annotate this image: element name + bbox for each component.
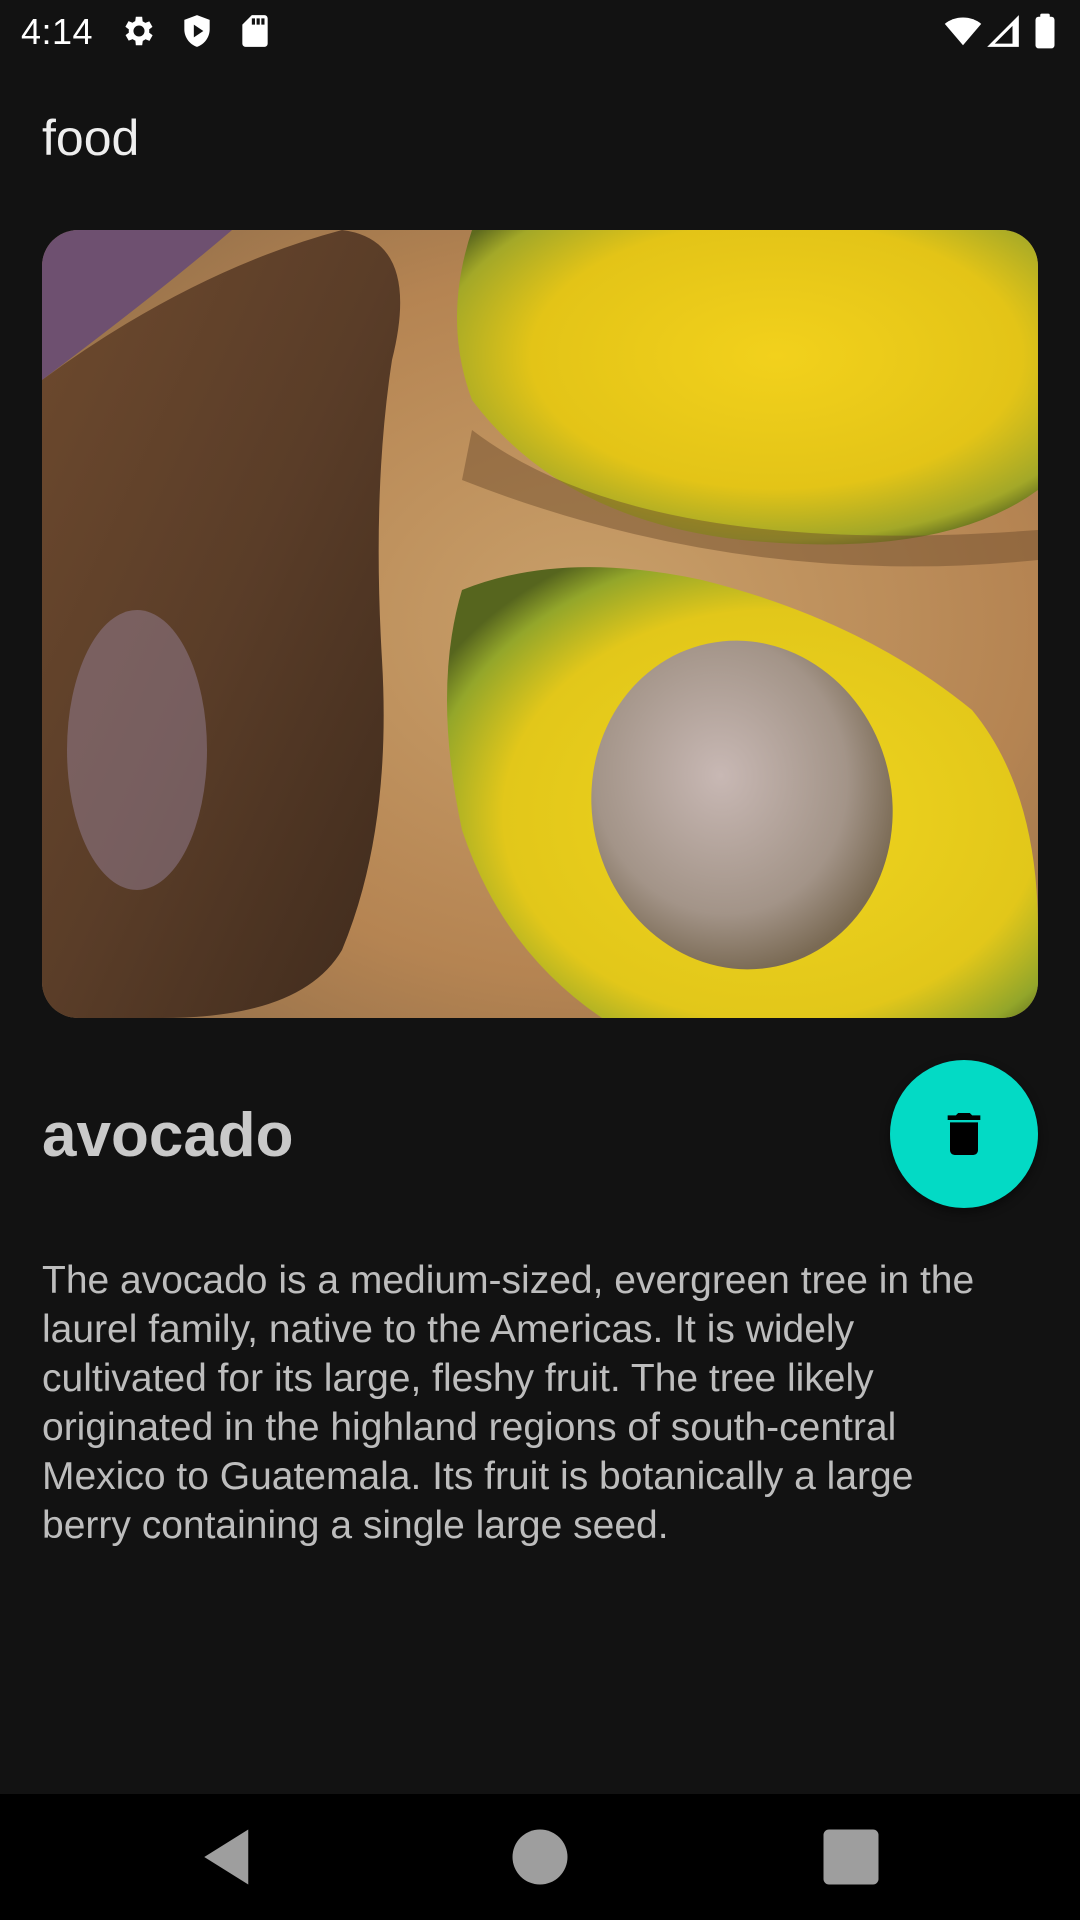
- navigation-bar: [0, 1794, 1080, 1920]
- signal-icon: [984, 12, 1022, 50]
- status-time: 4:14: [21, 11, 94, 52]
- home-icon: [512, 1829, 568, 1885]
- sd-card-icon: [236, 12, 274, 50]
- recents-button[interactable]: [818, 1824, 884, 1890]
- back-icon: [204, 1829, 249, 1885]
- back-button[interactable]: [196, 1824, 262, 1890]
- item-description: The avocado is a medium-sized, evergreen…: [42, 1259, 975, 1547]
- wifi-icon: [944, 12, 982, 50]
- settings-icon: [120, 12, 158, 50]
- item-title: avocado: [42, 1101, 294, 1170]
- home-button[interactable]: [507, 1824, 573, 1890]
- recents-icon: [823, 1829, 879, 1885]
- status-bar: 4:14: [0, 0, 1080, 63]
- app-title: food: [42, 110, 140, 166]
- avocado-photo: [42, 230, 1038, 1018]
- delete-icon: [947, 1113, 981, 1155]
- delete-button[interactable]: [890, 1060, 1038, 1208]
- shield-icon: [178, 12, 216, 50]
- battery-icon: [1030, 12, 1060, 50]
